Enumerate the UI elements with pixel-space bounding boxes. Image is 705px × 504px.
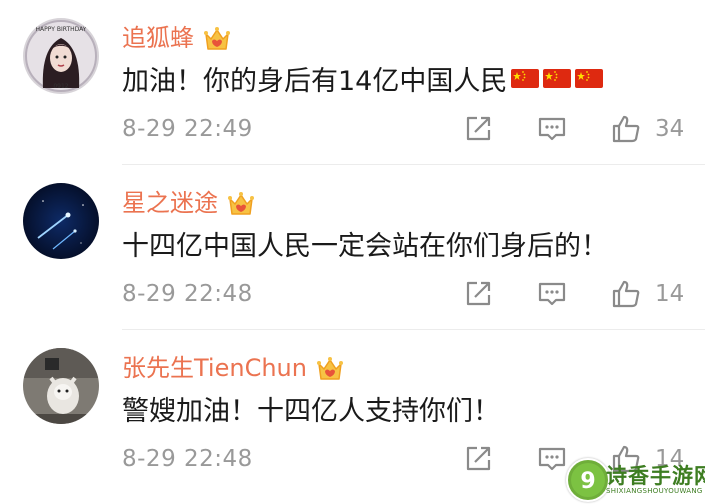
timestamp: 8-29 22:49 <box>122 116 253 142</box>
svg-text:HAPPY BIRTHDAY: HAPPY BIRTHDAY <box>36 26 87 33</box>
username-text[interactable]: 张先生TienChun <box>122 354 307 382</box>
avatar[interactable]: HAPPY BIRTHDAY 0912 <box>23 18 99 94</box>
comment-text: 十四亿中国人民一定会站在你们身后的！ <box>122 231 608 262</box>
timestamp: 8-29 22:48 <box>122 281 253 307</box>
comment-text: 加油！你的身后有14亿中国人民 <box>122 62 603 102</box>
svg-text:9: 9 <box>580 469 595 494</box>
username[interactable]: 张先生TienChun <box>122 350 345 386</box>
like-count: 34 <box>655 116 685 142</box>
thumbs-up-icon[interactable] <box>611 114 641 144</box>
share-icon[interactable] <box>463 279 493 309</box>
comment-item: 星之迷途 十四亿中国人民一定会站在你们身后的！ 8-29 22:48 14 <box>0 165 705 330</box>
comment-text-content: 加油！你的身后有14亿中国人民 <box>122 66 508 97</box>
cn-flag-icon <box>575 69 603 88</box>
username-text[interactable]: 追狐蜂 <box>122 24 194 52</box>
watermark-icon: 9 <box>566 458 610 502</box>
timestamp: 8-29 22:48 <box>122 446 253 472</box>
crown-icon <box>315 354 345 384</box>
like-count: 14 <box>655 281 685 307</box>
watermark-title: 诗香手游网 <box>606 464 705 488</box>
crown-icon <box>202 24 232 54</box>
cn-flag-icon <box>511 69 539 88</box>
comment-icon[interactable] <box>537 114 567 144</box>
cn-flag-icon <box>543 69 571 88</box>
avatar[interactable] <box>23 183 99 259</box>
username-text[interactable]: 星之迷途 <box>122 189 218 217</box>
comment-icon[interactable] <box>537 444 567 474</box>
crown-icon <box>226 189 256 219</box>
svg-text:0912: 0912 <box>53 83 68 90</box>
comment-item: HAPPY BIRTHDAY 0912 追狐蜂 加油！你的身后有14亿中国人民 … <box>0 0 705 165</box>
watermark-subtitle: SHIXIANGSHOUYOUWANG <box>606 487 703 495</box>
watermark-logo: 9 诗香手游网 SHIXIANGSHOUYOUWANG <box>566 458 705 502</box>
comment-text: 警嫂加油！十四亿人支持你们！ <box>122 396 500 427</box>
share-icon[interactable] <box>463 114 493 144</box>
comment-icon[interactable] <box>537 279 567 309</box>
share-icon[interactable] <box>463 444 493 474</box>
thumbs-up-icon[interactable] <box>611 279 641 309</box>
username[interactable]: 星之迷途 <box>122 185 256 221</box>
avatar[interactable] <box>23 348 99 424</box>
username[interactable]: 追狐蜂 <box>122 20 232 56</box>
